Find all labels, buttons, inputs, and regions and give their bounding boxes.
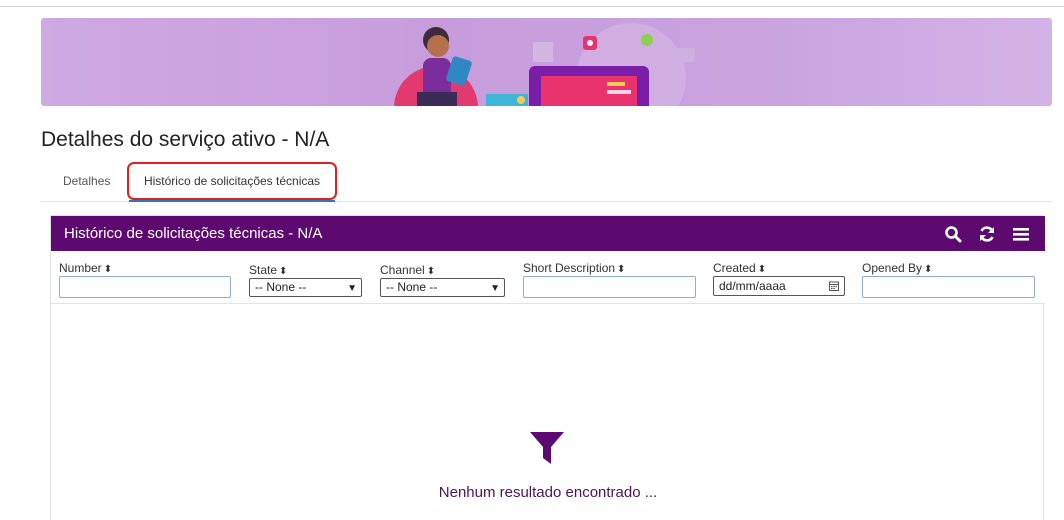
sort-icon: ⬍ <box>924 264 933 275</box>
empty-state-message: Nenhum resultado encontrado ... <box>438 484 658 501</box>
column-header-opened-by[interactable]: Opened By ⬍ <box>862 261 932 275</box>
panel-header: Histórico de solicitações técnicas - N/A <box>51 216 1045 251</box>
tab-bar: Detalhes Histórico de solicitações técni… <box>41 162 1052 202</box>
number-filter-input[interactable] <box>59 276 231 298</box>
panel-title: Histórico de solicitações técnicas - N/A <box>64 225 323 242</box>
refresh-icon[interactable] <box>978 225 996 243</box>
banner-illustration <box>394 23 695 106</box>
hero-banner <box>41 18 1052 106</box>
column-label: Created <box>713 261 756 275</box>
sort-icon: ⬍ <box>279 266 288 277</box>
sort-icon: ⬍ <box>103 264 113 275</box>
column-label: Opened By <box>862 261 923 275</box>
sort-icon: ⬍ <box>426 266 436 277</box>
page-title: Detalhes do serviço ativo - N/A <box>41 128 330 151</box>
column-header-channel[interactable]: Channel ⬍ <box>380 263 435 277</box>
chevron-down-icon: ▼ <box>490 283 500 294</box>
tab-historico-label: Histórico de solicitações técnicas <box>143 174 321 188</box>
created-date-input[interactable]: dd/mm/aaaa <box>713 276 845 296</box>
chevron-down-icon: ▼ <box>347 283 357 294</box>
menu-icon[interactable] <box>1012 225 1030 243</box>
select-value: -- None -- <box>255 280 307 294</box>
filter-icon <box>530 432 564 464</box>
column-label: Short Description <box>523 261 616 275</box>
calendar-icon[interactable] <box>829 281 839 291</box>
history-panel: Histórico de solicitações técnicas - N/A… <box>50 215 1045 520</box>
active-tab-indicator <box>129 200 335 202</box>
channel-filter-select[interactable]: -- None -- ▼ <box>380 278 505 297</box>
column-header-state[interactable]: State ⬍ <box>249 263 287 277</box>
column-label: Channel <box>380 263 425 277</box>
select-value: -- None -- <box>386 280 438 294</box>
column-label: State <box>249 263 278 277</box>
sort-icon: ⬍ <box>617 264 626 275</box>
column-header-created[interactable]: Created ⬍ <box>713 261 766 275</box>
column-header-short-description[interactable]: Short Description ⬍ <box>523 261 625 275</box>
sort-icon: ⬍ <box>757 264 767 275</box>
column-label: Number <box>59 261 102 275</box>
column-filter-row: Number ⬍ State ⬍ -- None -- ▼ Channel ⬍ -- … <box>51 251 1045 304</box>
column-header-number[interactable]: Number ⬍ <box>59 261 112 275</box>
top-divider <box>0 6 1064 7</box>
date-placeholder: dd/mm/aaaa <box>719 279 786 293</box>
short-description-filter-input[interactable] <box>523 276 696 298</box>
opened-by-filter-input[interactable] <box>862 276 1035 298</box>
tab-detalhes[interactable]: Detalhes <box>63 174 110 188</box>
search-icon[interactable] <box>944 225 962 243</box>
state-filter-select[interactable]: -- None -- ▼ <box>249 278 362 297</box>
tab-historico-solicitacoes[interactable]: Histórico de solicitações técnicas <box>127 162 337 200</box>
